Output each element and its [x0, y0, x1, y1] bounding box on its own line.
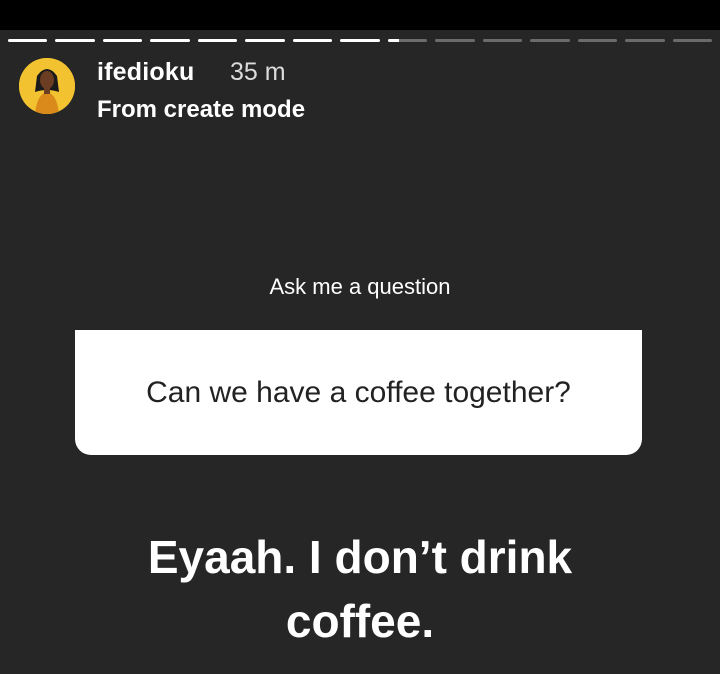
progress-segment: [625, 39, 665, 42]
progress-segment: [482, 39, 523, 42]
progress-segment-current: [387, 39, 428, 42]
story-timestamp: 35 m: [230, 58, 286, 86]
question-sticker-box: Can we have a coffee together?: [75, 330, 642, 455]
question-sticker-text: Can we have a coffee together?: [146, 375, 571, 409]
progress-segment: [292, 39, 333, 42]
question-sticker-label: Ask me a question: [269, 274, 451, 299]
answer-text: Eyaah. I don’t drink coffee.: [0, 525, 720, 653]
progress-segment: [530, 39, 570, 42]
progress-segment: [435, 39, 475, 42]
progress-segment: [102, 39, 143, 42]
answer-line-1: Eyaah. I don’t drink: [147, 531, 573, 583]
progress-segment: [577, 39, 618, 42]
story-subtitle: From create mode: [97, 96, 306, 123]
progress-segment: [340, 39, 380, 42]
progress-segment: [150, 39, 190, 42]
avatar[interactable]: [19, 58, 75, 114]
progress-segment: [245, 39, 285, 42]
progress-segment: [55, 39, 95, 42]
story-progress-bar: [8, 39, 713, 43]
story-username[interactable]: ifedioku: [97, 58, 194, 87]
progress-segment: [8, 39, 48, 42]
top-status-band: [0, 0, 720, 30]
progress-segment: [197, 39, 238, 42]
answer-line-2: coffee.: [285, 595, 435, 647]
progress-segment: [672, 39, 713, 42]
